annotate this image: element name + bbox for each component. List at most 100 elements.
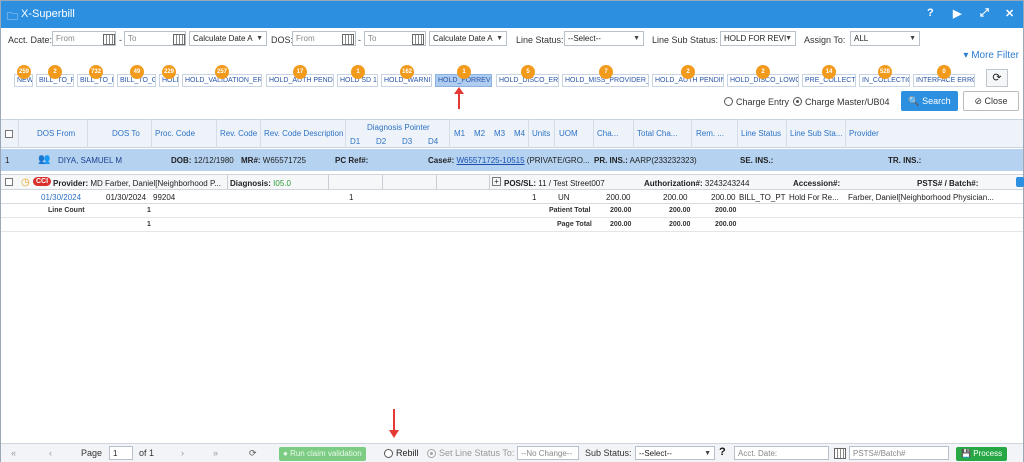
calendar-icon[interactable]	[412, 34, 424, 45]
patient-mr: W65571725	[262, 156, 306, 165]
superbill-window: 🗀 X-Superbill ? ▶ ⤢ ✕ Acct. Date: From -…	[0, 0, 1024, 462]
expand-icon[interactable]: ⤢	[980, 7, 989, 20]
charge-master-radio[interactable]	[793, 97, 802, 106]
page-number-input[interactable]: 1	[109, 446, 133, 460]
page-count-value: 1	[147, 221, 151, 228]
primary-insurance: AARP(233232323)	[629, 156, 697, 165]
rebill-radio[interactable]	[384, 449, 393, 458]
patient-dob: 12/12/1980	[193, 156, 234, 165]
clock-icon: ◷	[21, 177, 30, 188]
col-provider[interactable]: Provider	[849, 129, 879, 138]
close-icon[interactable]: ✕	[1005, 7, 1014, 20]
line-units: 1	[532, 193, 537, 202]
line-status-select[interactable]: --Select-- ▼	[564, 31, 644, 46]
col-line-sub-status[interactable]: Line Sub Sta...	[790, 129, 842, 138]
accession-label: Accession#:	[793, 179, 841, 188]
patient-name[interactable]: DIYA, SAMUEL M	[58, 156, 122, 165]
col-total-charge[interactable]: Total Cha...	[637, 129, 677, 138]
row-checkbox[interactable]	[5, 178, 13, 186]
set-line-status-radio[interactable]	[427, 449, 436, 458]
col-m1: M1	[454, 129, 466, 138]
status-count-badge: 14	[822, 65, 836, 79]
line-count-value: 1	[147, 207, 151, 214]
col-m3: M3	[494, 129, 506, 138]
acct-date-label: Acct. Date:	[8, 35, 53, 45]
line-remaining: 200.00	[711, 193, 736, 202]
calendar-icon[interactable]	[173, 34, 185, 45]
dos-calc-select[interactable]: Calculate Date A ▼	[429, 31, 507, 46]
page-of-label: of 1	[139, 448, 155, 458]
set-line-status-label: Set Line Status To:	[439, 448, 515, 458]
line-provider: Farber, Daniel[Neighborhood Physician...	[848, 193, 994, 202]
run-claim-validation-button[interactable]: ● Run claim validation	[279, 447, 366, 461]
reload-icon[interactable]: ⟳	[249, 448, 257, 459]
status-count-badge: 0	[937, 65, 951, 79]
page-label: Page	[81, 448, 103, 458]
process-button[interactable]: 💾 Process	[956, 447, 1008, 461]
assign-to-select[interactable]: ALL ▼	[850, 31, 920, 46]
refresh-icon[interactable]: ⟳	[986, 69, 1008, 87]
calendar-icon[interactable]	[103, 34, 115, 45]
col-rev-desc[interactable]: Rev. Code Description	[264, 129, 343, 138]
col-diag-pointer: Diagnosis Pointer	[367, 123, 430, 132]
col-m4: M4	[514, 129, 526, 138]
annotation-arrow-shaft	[393, 409, 395, 431]
status-count-badge: 5	[521, 65, 535, 79]
acct-calc-select[interactable]: Calculate Date A ▼	[189, 31, 267, 46]
play-icon[interactable]: ▶	[953, 7, 961, 20]
col-rev-code[interactable]: Rev. Code	[220, 129, 257, 138]
filter-row: Acct. Date: From - To Calculate Date A ▼ …	[1, 31, 1023, 49]
calendar-icon[interactable]	[342, 34, 354, 45]
tr-ins-label: TR. INS.:	[888, 156, 922, 165]
search-button[interactable]: 🔍 Search	[901, 91, 958, 111]
first-page-icon[interactable]: «	[11, 448, 16, 458]
pos-value: 11 / Test Street007	[538, 179, 605, 188]
col-uom[interactable]: UOM	[559, 129, 578, 138]
psts-batch-input[interactable]: PSTS#/Batch#	[849, 446, 949, 460]
select-all-checkbox[interactable]	[5, 130, 13, 138]
expand-icon[interactable]: +	[492, 177, 501, 186]
cci-badge[interactable]: CCI	[33, 177, 52, 186]
charge-line-row[interactable]: 01/30/2024 01/30/2024 99204 1 1 UN 200.0…	[1, 191, 1023, 204]
prev-page-icon[interactable]: ‹	[49, 448, 52, 458]
line-d1: 1	[349, 193, 354, 202]
col-units[interactable]: Units	[532, 129, 550, 138]
case-link[interactable]: W65571725-10515	[456, 156, 524, 165]
psts-label: PSTS# / Batch#:	[917, 179, 979, 188]
more-filter-link[interactable]: ▾ More Filter	[963, 50, 1019, 61]
status-count-badge: 17	[293, 65, 307, 79]
row-action-button[interactable]	[1016, 177, 1024, 187]
folder-icon: 🗀	[7, 11, 18, 23]
status-count-badge: 528	[878, 65, 892, 79]
acct-date-input[interactable]: Acct. Date:	[734, 446, 829, 460]
line-dos-to: 01/30/2024	[106, 193, 147, 202]
close-button[interactable]: ⊘ Close	[963, 91, 1019, 111]
line-sub-status-select[interactable]: HOLD FOR REVI ▼	[720, 31, 796, 46]
col-d1: D1	[350, 137, 361, 146]
col-proc-code[interactable]: Proc. Code	[155, 129, 195, 138]
calendar-icon[interactable]	[834, 448, 846, 459]
col-d2: D2	[376, 137, 387, 146]
patient-total-label: Patient Total	[549, 207, 591, 214]
col-dos-to[interactable]: DOS To	[112, 129, 140, 138]
set-line-status-select[interactable]: --No Change--	[517, 446, 579, 460]
line-count-label: Line Count	[48, 207, 85, 214]
next-page-icon[interactable]: ›	[181, 448, 184, 458]
col-charge[interactable]: Cha...	[597, 129, 618, 138]
help-icon[interactable]: ?	[927, 7, 934, 19]
col-rem[interactable]: Rem. ...	[696, 129, 724, 138]
status-count-badge: 1	[457, 65, 471, 79]
col-dos-from[interactable]: DOS From	[37, 129, 75, 138]
charge-entry-radio[interactable]	[724, 97, 733, 106]
last-page-icon[interactable]: »	[213, 448, 218, 458]
col-d3: D3	[402, 137, 413, 146]
patient-row[interactable]: 1 👥 DIYA, SAMUEL M DOB: 12/12/1980 MR#: …	[1, 149, 1023, 171]
col-line-status[interactable]: Line Status	[741, 129, 781, 138]
help-icon[interactable]: ?	[719, 446, 726, 458]
rebill-label: Rebill	[396, 448, 419, 458]
status-count-badge: 2	[48, 65, 62, 79]
assign-to-label: Assign To:	[804, 35, 846, 45]
authorization-number: 3243243244	[704, 179, 750, 188]
sub-status-select[interactable]: --Select-- ▼	[635, 446, 715, 460]
line-dos-from[interactable]: 01/30/2024	[41, 193, 81, 202]
